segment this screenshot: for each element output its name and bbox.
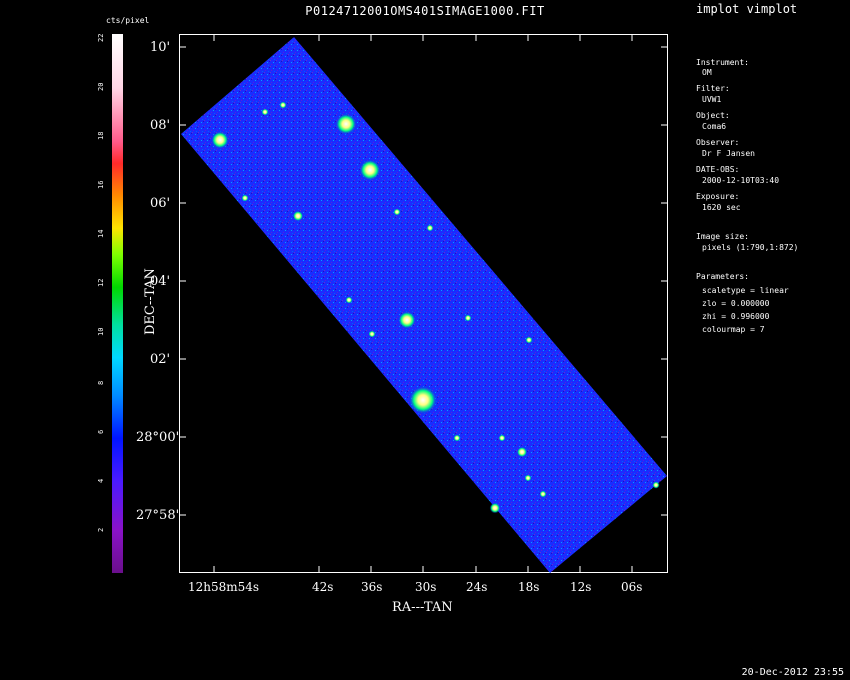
- star: [524, 474, 532, 482]
- object-value: Coma6: [702, 122, 727, 131]
- star: [408, 385, 438, 415]
- star: [464, 314, 472, 322]
- colourmap-value: colourmap = 7: [702, 325, 765, 334]
- scaletype-value: scaletype = linear: [702, 286, 789, 295]
- star: [279, 101, 287, 109]
- object-label: Object:: [696, 111, 730, 120]
- zlo-value: zlo = 0.000000: [702, 299, 770, 308]
- star: [453, 434, 461, 442]
- star: [211, 131, 229, 149]
- y-tick-label: 28°00': [136, 430, 180, 445]
- date-obs-label: DATE-OBS:: [696, 165, 740, 174]
- x-tick-label: 42s: [312, 580, 334, 594]
- star: [261, 108, 269, 116]
- star: [489, 502, 501, 514]
- star: [345, 296, 353, 304]
- star: [539, 490, 547, 498]
- instrument-label: Instrument:: [696, 58, 749, 67]
- y-tick-label: 27°58': [136, 508, 180, 523]
- star: [368, 330, 376, 338]
- star: [652, 481, 660, 489]
- exposure-label: Exposure:: [696, 192, 740, 201]
- x-tick-label: 24s: [466, 580, 488, 594]
- x-tick-label: 06s: [621, 580, 643, 594]
- zhi-value: zhi = 0.996000: [702, 312, 770, 321]
- timestamp: 20-Dec-2012 23:55: [741, 667, 844, 678]
- y-axis-label: DEC--TAN: [143, 268, 158, 335]
- y-tick-label: 02': [150, 352, 171, 367]
- image-size-label: Image size:: [696, 232, 749, 241]
- exposure-value: 1620 sec: [702, 203, 741, 212]
- observation-footprint: [181, 37, 667, 573]
- y-tick-label: 10': [150, 40, 171, 55]
- star: [241, 194, 249, 202]
- filter-value: UVW1: [702, 95, 722, 104]
- star: [516, 446, 528, 458]
- y-tick-label: 06': [150, 196, 171, 211]
- star: [292, 210, 304, 222]
- image-size-value: pixels (1:790,1:872): [702, 243, 799, 252]
- sky-image: [179, 34, 668, 573]
- star: [359, 159, 381, 181]
- observer-label: Observer:: [696, 138, 740, 147]
- filter-label: Filter:: [696, 84, 730, 93]
- star: [398, 311, 416, 329]
- y-tick-label: 08': [150, 118, 171, 133]
- star: [393, 208, 401, 216]
- parameters-label: Parameters:: [696, 272, 749, 281]
- x-tick-label: 36s: [361, 580, 383, 594]
- x-tick-label: 18s: [518, 580, 540, 594]
- star: [335, 113, 357, 135]
- x-axis-label: RA---TAN: [392, 600, 453, 615]
- observer-value: Dr F Jansen: [702, 149, 755, 158]
- instrument-value: OM: [702, 68, 712, 77]
- date-obs-value: 2000-12-10T03:40: [702, 176, 780, 185]
- star: [426, 224, 434, 232]
- star: [498, 434, 506, 442]
- star: [525, 336, 533, 344]
- x-tick-label: 12h58m54s: [188, 580, 260, 594]
- x-tick-label: 30s: [415, 580, 437, 594]
- x-tick-label: 12s: [570, 580, 592, 594]
